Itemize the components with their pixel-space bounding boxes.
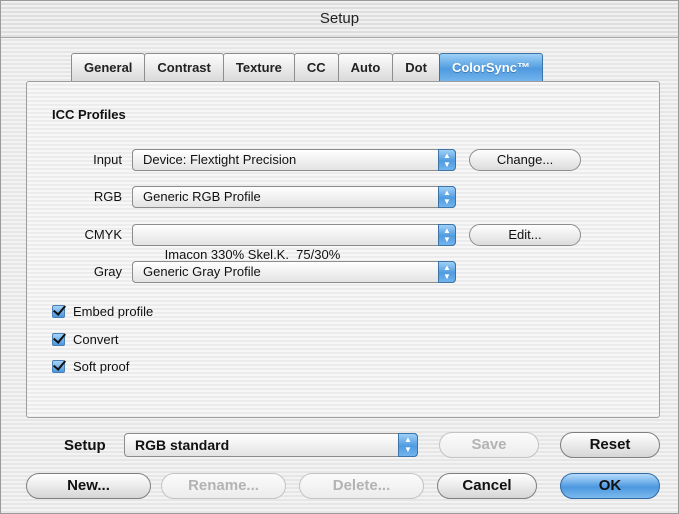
- edit-button[interactable]: Edit...: [469, 224, 581, 246]
- input-profile-popup[interactable]: Device: Flextight Precision ▲ ▼: [132, 149, 456, 171]
- tab-dot[interactable]: Dot: [392, 53, 440, 81]
- convert-label: Convert: [73, 331, 119, 347]
- setup-label: Setup: [64, 437, 106, 454]
- setup-preset-value: RGB standard: [135, 437, 230, 453]
- change-button[interactable]: Change...: [469, 149, 581, 171]
- cmyk-profile-value: Imacon 330% Skel.K. 75/30%: [164, 247, 341, 262]
- popup-arrows-icon: ▲ ▼: [438, 261, 456, 283]
- popup-arrows-icon: ▲ ▼: [398, 433, 418, 457]
- tab-texture[interactable]: Texture: [222, 53, 295, 81]
- setup-preset-popup[interactable]: RGB standard ▲ ▼: [124, 433, 418, 457]
- popup-arrows-icon: ▲ ▼: [438, 224, 456, 246]
- cmyk-profile-popup[interactable]: Imacon 330% Skel.K. 75/30% ▲ ▼: [132, 224, 456, 262]
- delete-button[interactable]: Delete...: [299, 473, 424, 499]
- cancel-button[interactable]: Cancel: [437, 473, 537, 499]
- gray-profile-popup[interactable]: Generic Gray Profile ▲ ▼: [132, 261, 456, 283]
- gray-label: Gray: [93, 264, 122, 279]
- gray-profile-value: Generic Gray Profile: [143, 264, 261, 279]
- tab-cc[interactable]: CC: [293, 53, 339, 81]
- input-profile-value: Device: Flextight Precision: [143, 152, 297, 167]
- tab-bar: General Contrast Texture CC Auto Dot Col…: [71, 53, 543, 83]
- cmyk-label: CMYK: [84, 227, 122, 242]
- soft-proof-checkbox[interactable]: Soft proof: [52, 357, 129, 375]
- input-label: Input: [93, 152, 122, 167]
- reset-button[interactable]: Reset: [560, 432, 660, 458]
- setup-window: Setup General Contrast Texture CC Auto D…: [0, 0, 679, 514]
- colorsync-panel: ICC Profiles Input Device: Flextight Pre…: [26, 81, 660, 418]
- tab-contrast[interactable]: Contrast: [144, 53, 224, 81]
- popup-arrows-icon: ▲ ▼: [438, 186, 456, 208]
- soft-proof-label: Soft proof: [73, 358, 130, 374]
- checkmark-icon: [52, 359, 65, 373]
- convert-checkbox[interactable]: Convert: [52, 330, 119, 348]
- rename-button[interactable]: Rename...: [161, 473, 286, 499]
- tab-general[interactable]: General: [71, 53, 146, 81]
- new-button[interactable]: New...: [26, 473, 151, 499]
- checkmark-icon: [52, 304, 65, 318]
- save-button[interactable]: Save: [439, 432, 539, 458]
- section-title: ICC Profiles: [52, 107, 126, 122]
- window-title: Setup: [1, 1, 678, 38]
- tab-auto[interactable]: Auto: [337, 53, 394, 81]
- checkmark-icon: [52, 332, 65, 346]
- tab-colorsync[interactable]: ColorSync™: [438, 53, 543, 81]
- ok-button[interactable]: OK: [560, 473, 660, 499]
- embed-profile-label: Embed profile: [73, 303, 154, 319]
- rgb-profile-value: Generic RGB Profile: [143, 189, 261, 204]
- rgb-label: RGB: [93, 189, 122, 204]
- popup-arrows-icon: ▲ ▼: [438, 149, 456, 171]
- embed-profile-checkbox[interactable]: Embed profile: [52, 302, 153, 320]
- rgb-profile-popup[interactable]: Generic RGB Profile ▲ ▼: [132, 186, 456, 208]
